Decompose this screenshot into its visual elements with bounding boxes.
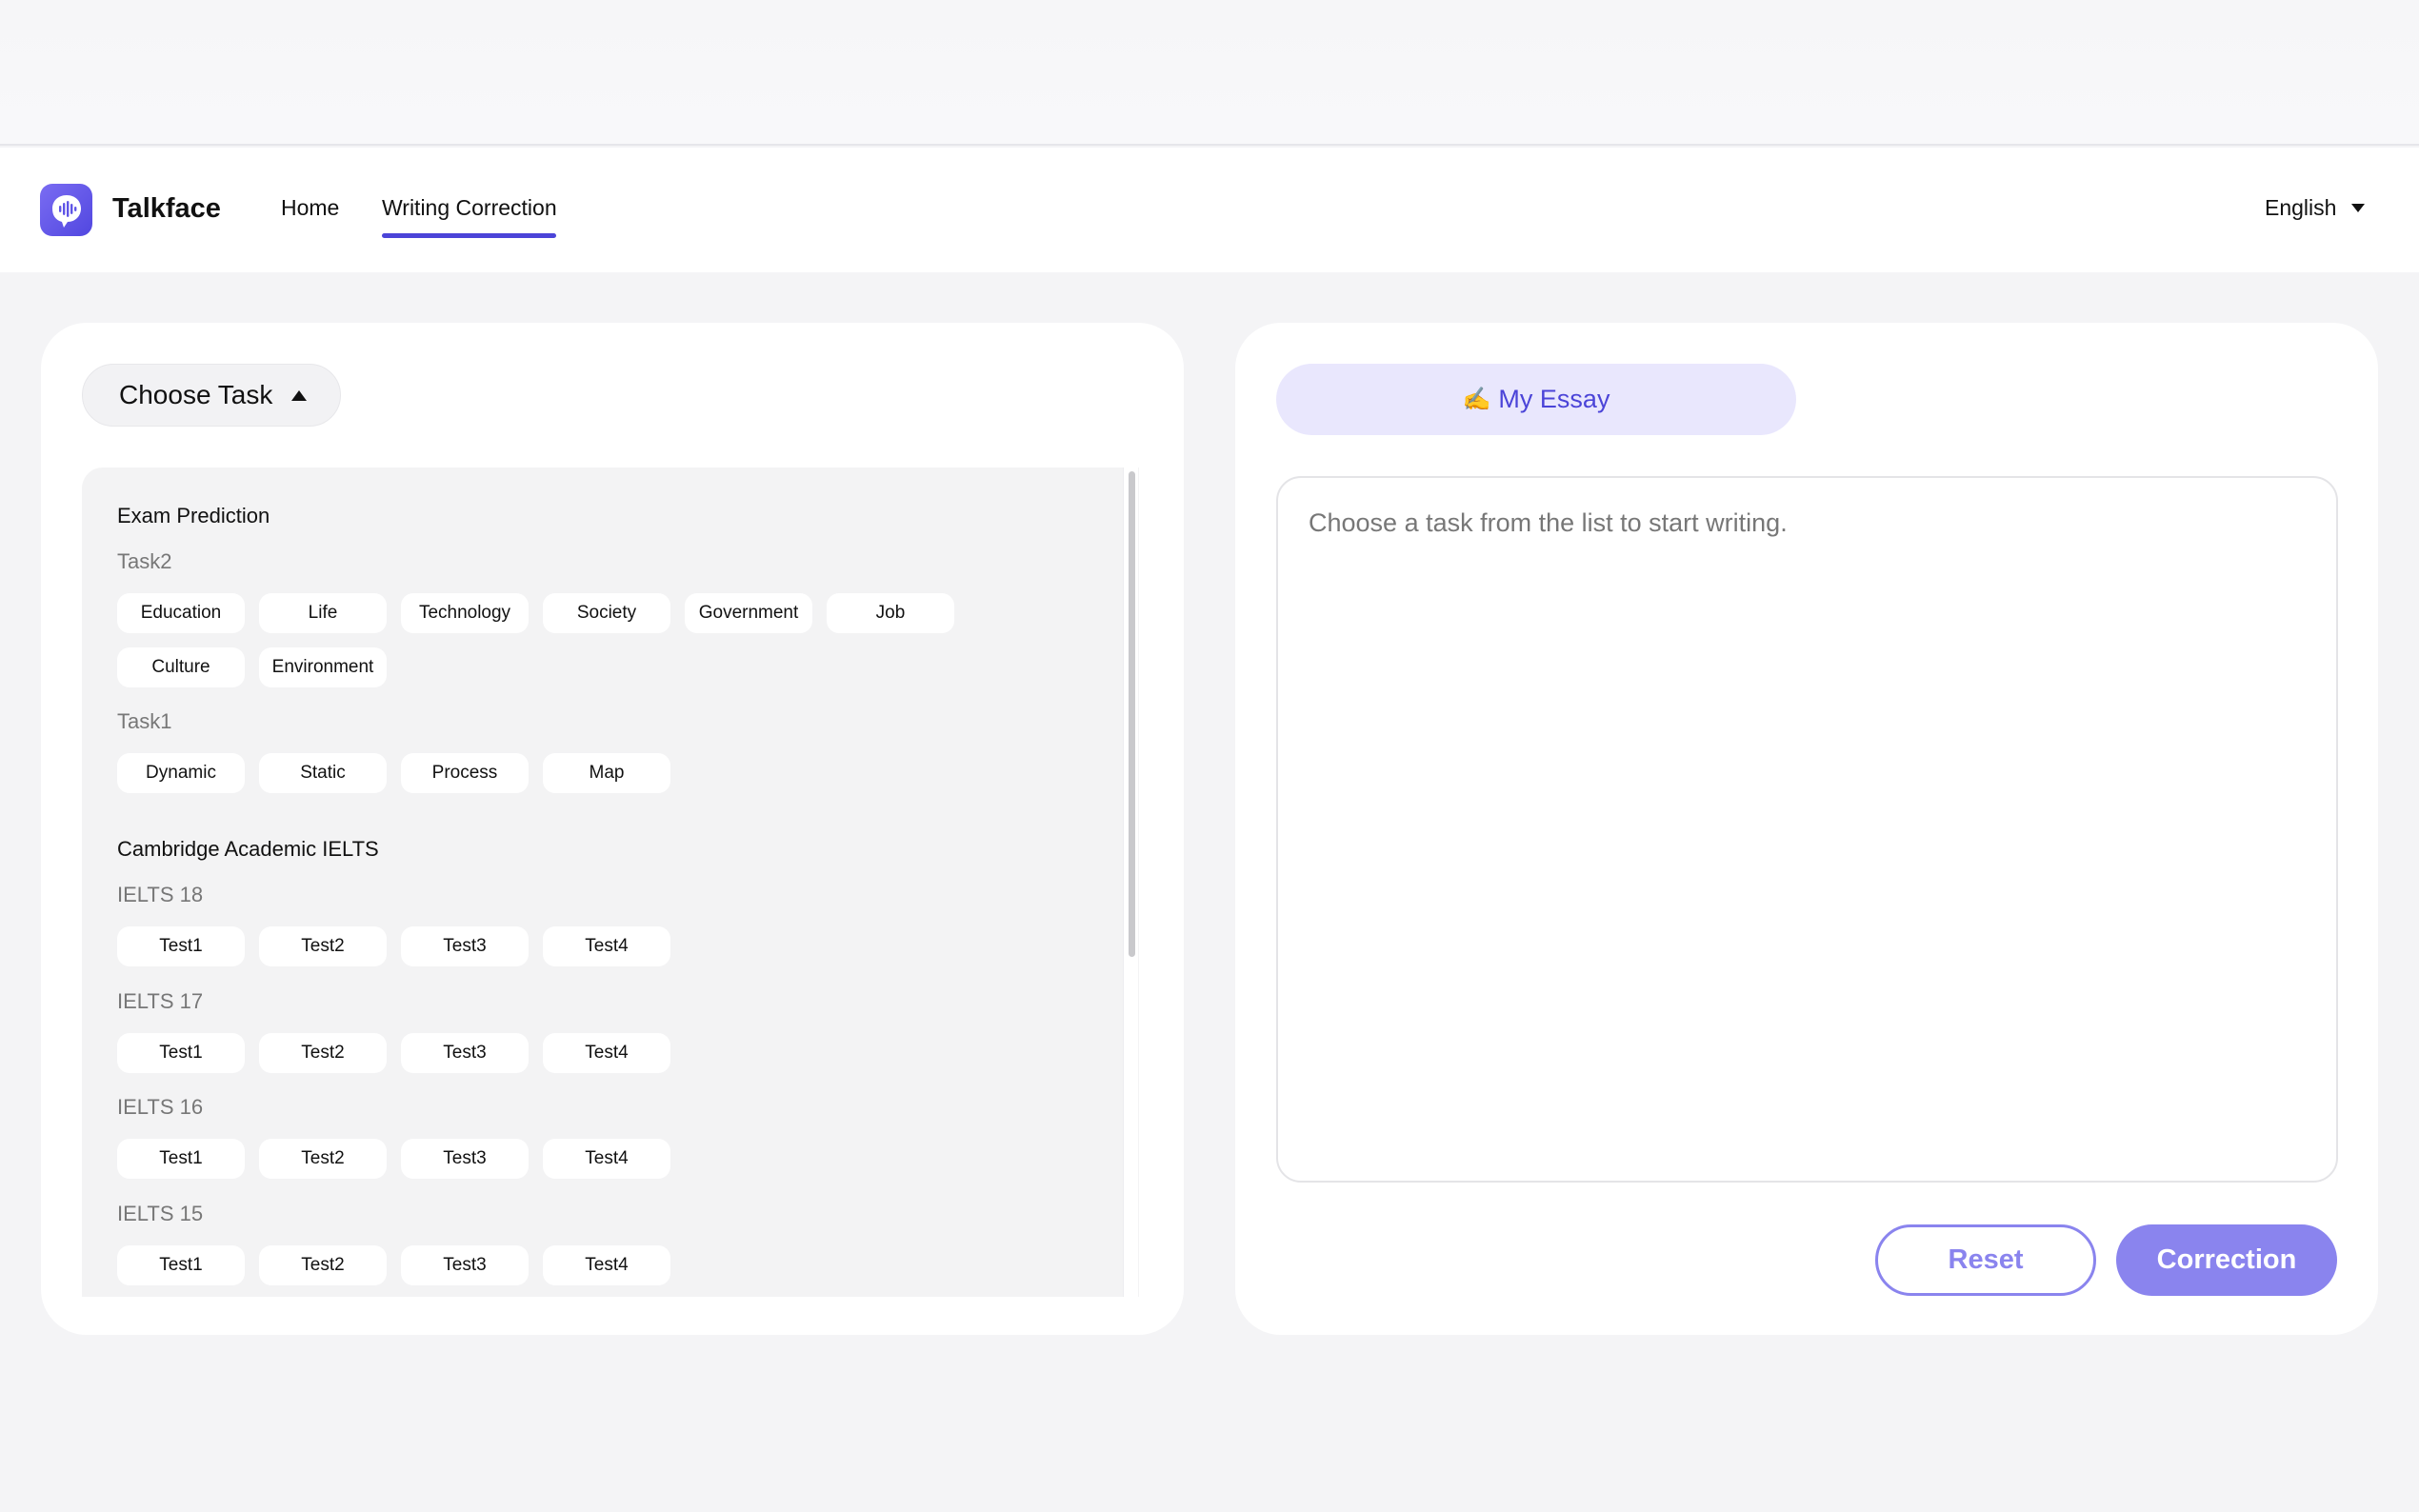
chip-ielts15-test3[interactable]: Test3: [401, 1245, 529, 1285]
chip-process[interactable]: Process: [401, 753, 529, 793]
section-title-exam-prediction: Exam Prediction: [117, 504, 270, 527]
chip-ielts16-test4[interactable]: Test4: [543, 1139, 670, 1179]
essay-panel: ✍ My Essay Reset Correction: [1235, 323, 2378, 1335]
ielts-15-chip-row: Test1 Test2 Test3 Test4: [117, 1245, 670, 1285]
caret-up-icon: [291, 389, 308, 401]
ielts-16-chip-row: Test1 Test2 Test3 Test4: [117, 1139, 670, 1179]
chip-ielts15-test4[interactable]: Test4: [543, 1245, 670, 1285]
chip-culture[interactable]: Culture: [117, 647, 245, 687]
scrollbar-thumb[interactable]: [1129, 471, 1135, 957]
task-list[interactable]: Exam Prediction Task2 Education Life Tec…: [82, 468, 1139, 1297]
browser-top-band: [0, 0, 2419, 146]
chip-map[interactable]: Map: [543, 753, 670, 793]
my-essay-tab[interactable]: ✍ My Essay: [1276, 364, 1796, 435]
subsection-ielts-15: IELTS 15: [117, 1202, 204, 1225]
chip-society[interactable]: Society: [543, 593, 670, 633]
active-nav-indicator: [382, 233, 556, 238]
chip-ielts16-test3[interactable]: Test3: [401, 1139, 529, 1179]
chip-ielts18-test2[interactable]: Test2: [259, 926, 387, 966]
chip-ielts18-test3[interactable]: Test3: [401, 926, 529, 966]
language-label: English: [2265, 195, 2337, 220]
task2-chip-row-2: Culture Environment: [117, 647, 387, 687]
chip-ielts15-test1[interactable]: Test1: [117, 1245, 245, 1285]
chip-ielts15-test2[interactable]: Test2: [259, 1245, 387, 1285]
subsection-ielts-18: IELTS 18: [117, 883, 204, 906]
chip-education[interactable]: Education: [117, 593, 245, 633]
top-navbar: Talkface Home Writing Correction English: [0, 148, 2419, 272]
chip-job[interactable]: Job: [827, 593, 954, 633]
chip-ielts18-test4[interactable]: Test4: [543, 926, 670, 966]
ielts-17-chip-row: Test1 Test2 Test3 Test4: [117, 1033, 670, 1073]
chip-ielts16-test2[interactable]: Test2: [259, 1139, 387, 1179]
chip-environment[interactable]: Environment: [259, 647, 387, 687]
correction-button[interactable]: Correction: [2116, 1224, 2337, 1296]
chip-ielts17-test4[interactable]: Test4: [543, 1033, 670, 1073]
task2-chip-row-1: Education Life Technology Society Govern…: [117, 593, 954, 633]
talkface-logo-icon[interactable]: [40, 184, 92, 236]
chip-technology[interactable]: Technology: [401, 593, 529, 633]
chip-life[interactable]: Life: [259, 593, 387, 633]
subsection-task2: Task2: [117, 549, 172, 573]
chip-ielts18-test1[interactable]: Test1: [117, 926, 245, 966]
chip-government[interactable]: Government: [685, 593, 812, 633]
reset-button[interactable]: Reset: [1875, 1224, 2096, 1296]
task1-chip-row: Dynamic Static Process Map: [117, 753, 670, 793]
choose-task-label: Choose Task: [119, 380, 273, 409]
subsection-ielts-16: IELTS 16: [117, 1095, 204, 1119]
chip-ielts17-test2[interactable]: Test2: [259, 1033, 387, 1073]
subsection-ielts-17: IELTS 17: [117, 989, 204, 1013]
essay-textarea[interactable]: [1276, 476, 2338, 1183]
task-panel: Choose Task Exam Prediction Task2 Educat…: [41, 323, 1184, 1335]
my-essay-tab-label: My Essay: [1498, 385, 1610, 413]
choose-task-toggle[interactable]: Choose Task: [82, 364, 341, 427]
language-selector[interactable]: English: [2265, 195, 2366, 221]
chip-dynamic[interactable]: Dynamic: [117, 753, 245, 793]
brand-name[interactable]: Talkface: [112, 193, 221, 225]
chip-ielts17-test1[interactable]: Test1: [117, 1033, 245, 1073]
nav-writing-correction-link[interactable]: Writing Correction: [382, 195, 557, 221]
chevron-down-icon: [2351, 204, 2366, 212]
subsection-task1: Task1: [117, 709, 172, 733]
chip-static[interactable]: Static: [259, 753, 387, 793]
chip-ielts16-test1[interactable]: Test1: [117, 1139, 245, 1179]
nav-home-link[interactable]: Home: [281, 195, 339, 221]
task-list-scrollbar[interactable]: [1123, 468, 1138, 1297]
ielts-18-chip-row: Test1 Test2 Test3 Test4: [117, 926, 670, 966]
chip-ielts17-test3[interactable]: Test3: [401, 1033, 529, 1073]
writing-hand-icon: ✍: [1462, 387, 1491, 412]
section-title-cambridge: Cambridge Academic IELTS: [117, 837, 379, 861]
